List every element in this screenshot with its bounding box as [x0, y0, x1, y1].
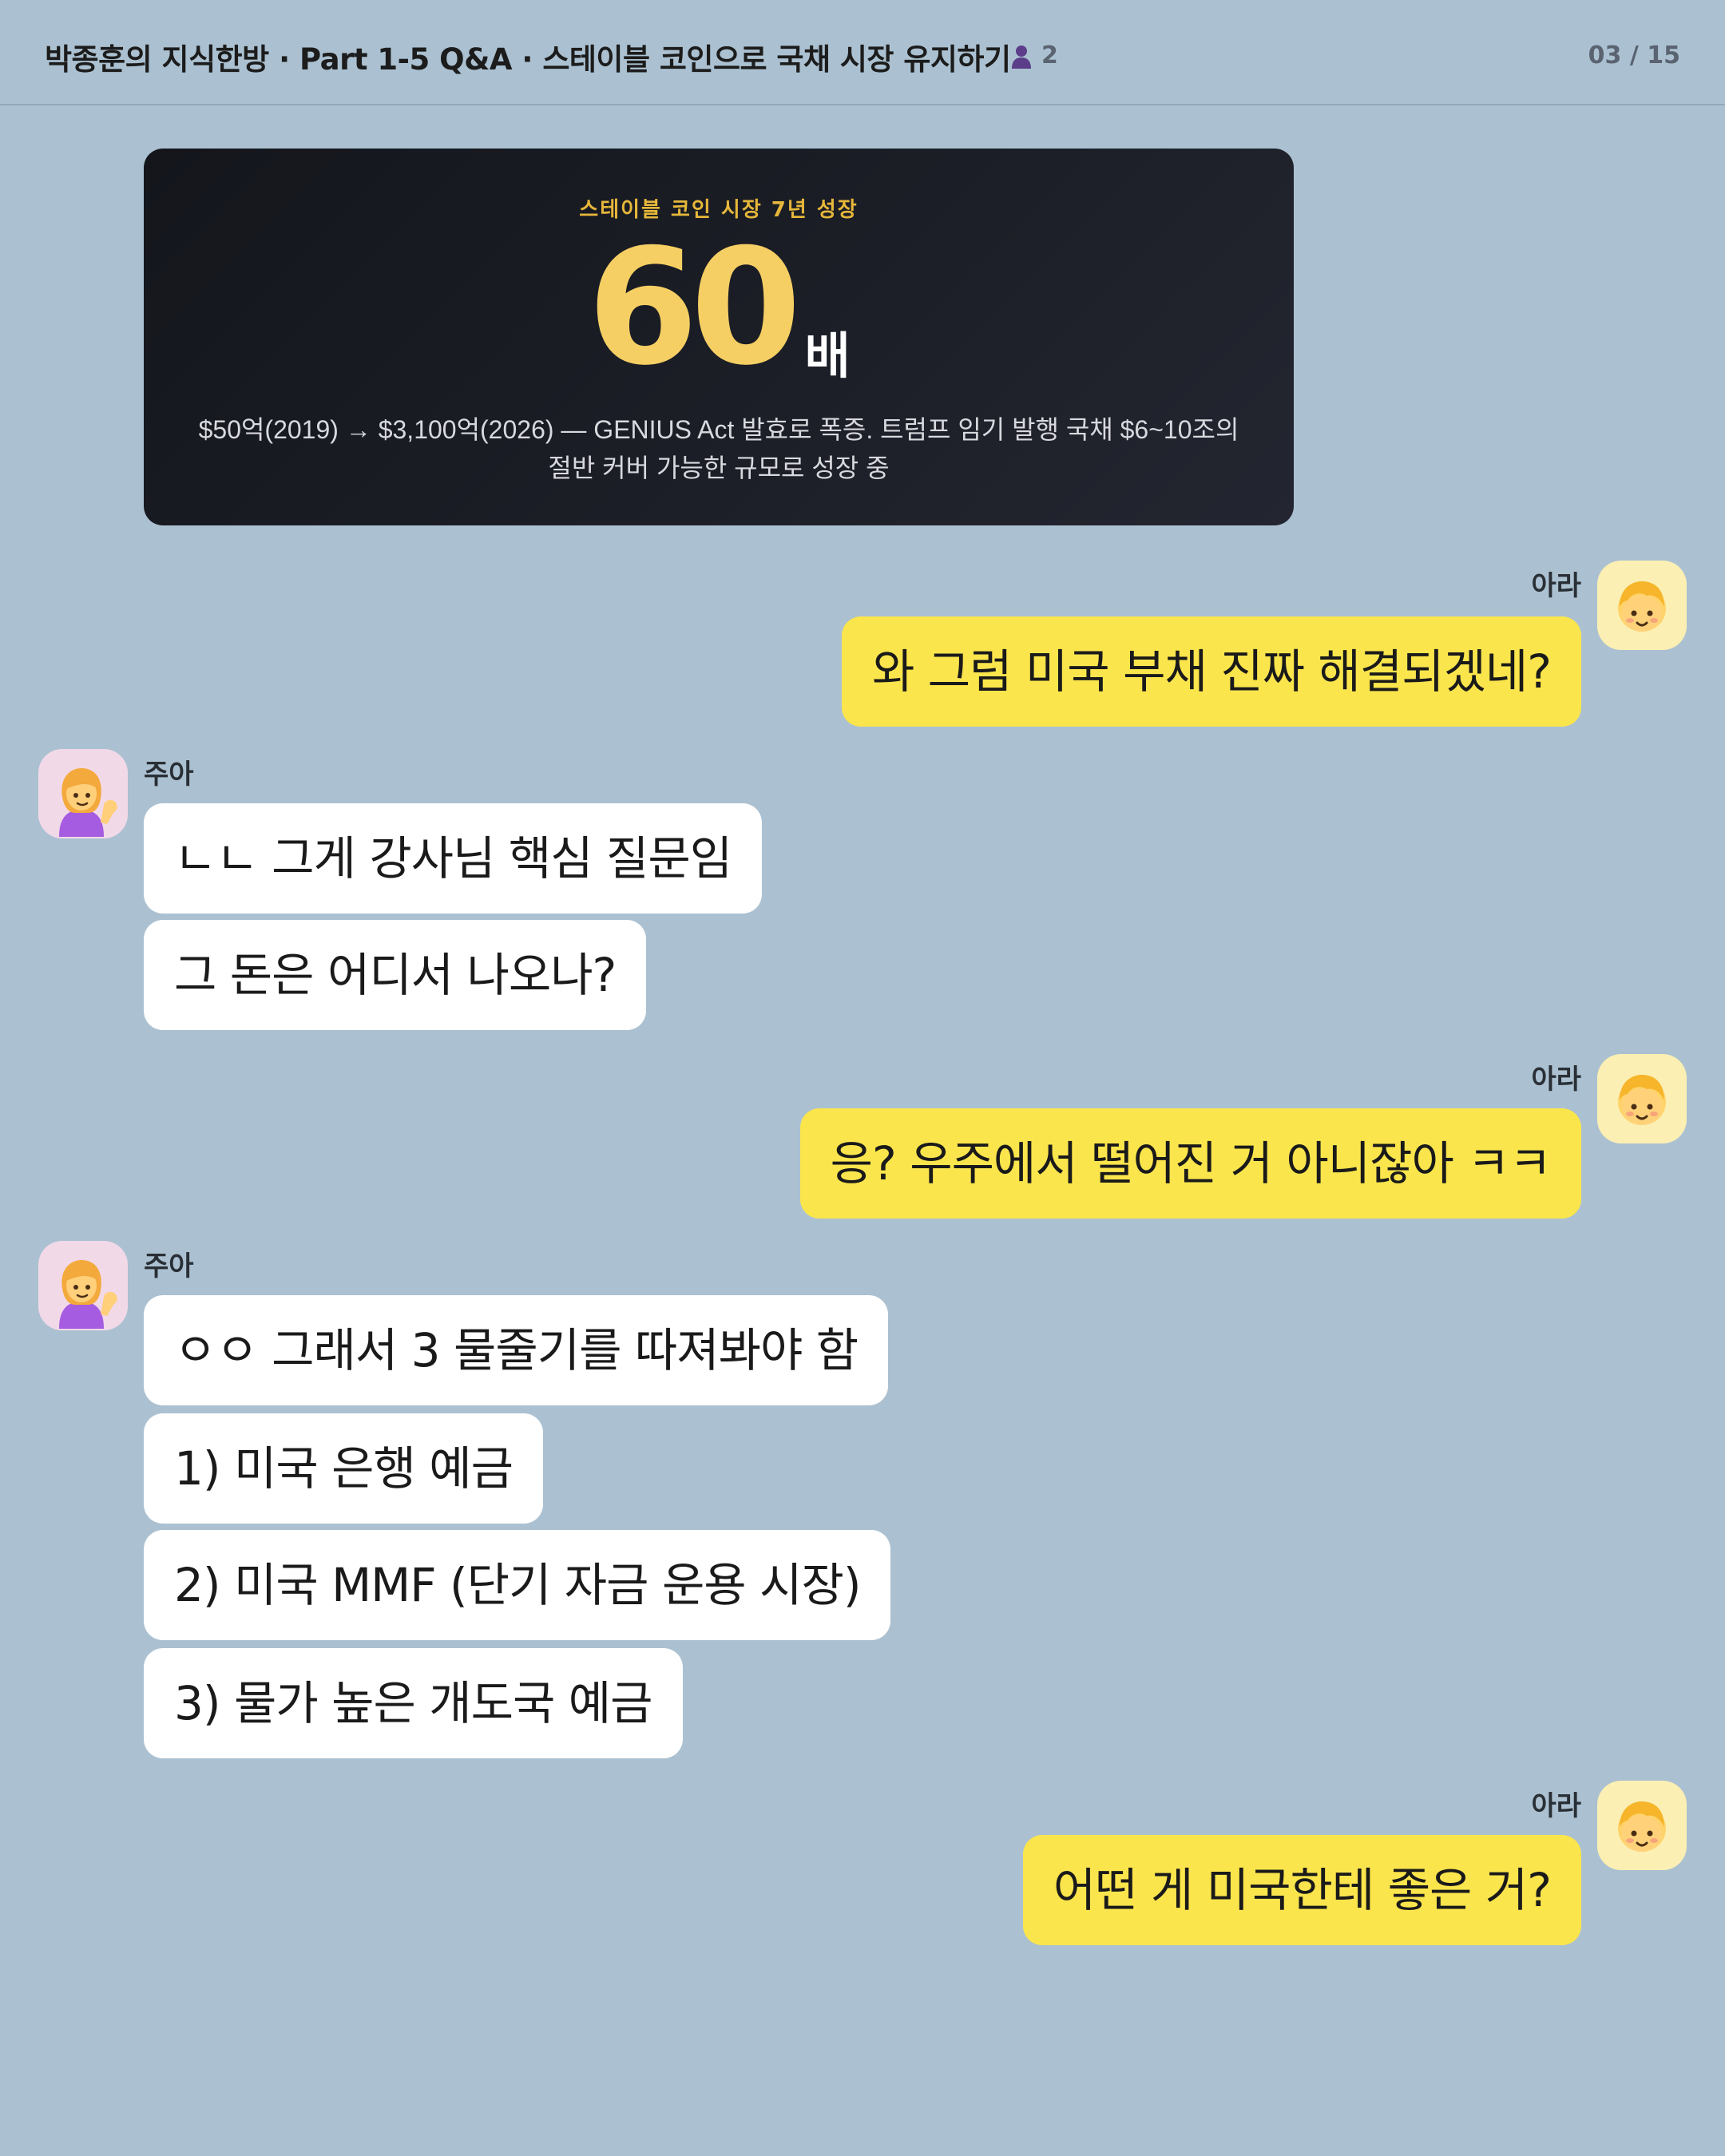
avatar-ara[interactable]: [1597, 1781, 1687, 1870]
chat-title: 박종훈의 지식한방 · Part 1-5 Q&A · 스테이블 코인으로 국채 …: [45, 42, 1011, 77]
stat-description: $50억(2019) → $3,100억(2026) — GENIUS Act …: [198, 415, 1239, 482]
message-bubble[interactable]: 어떤 게 미국한테 좋은 거?: [1022, 1835, 1581, 1945]
blonde-child-emoji-icon: [1618, 1075, 1666, 1125]
blonde-child-emoji-icon: [1618, 1801, 1666, 1852]
sender-name: 아라: [1531, 1064, 1581, 1096]
sender-name: 주아: [144, 1250, 194, 1282]
message-bubble[interactable]: 그 돈은 어디서 나오나?: [144, 920, 647, 1030]
stat-card: 스테이블 코인 시장 7년 성장 60 배 $50억(2019) → $3,100…: [144, 149, 1294, 525]
message-bubble[interactable]: 응? 우주에서 떨어진 거 아니잖아 ㅋㅋ: [799, 1108, 1581, 1219]
stat-number: 60: [587, 215, 801, 401]
tipping-hand-woman-emoji-icon: [59, 1260, 117, 1329]
message-bubble[interactable]: ㅇㅇ 그래서 3 물줄기를 따져봐야 함: [144, 1295, 889, 1405]
message-bubble[interactable]: ㄴㄴ 그게 강사님 핵심 질문임: [144, 803, 763, 914]
person-icon: [1012, 46, 1031, 69]
page-counter: 03 / 15: [1588, 42, 1680, 69]
stat-unit: 배: [804, 327, 851, 385]
message-bubble[interactable]: 1) 미국 은행 예금: [144, 1413, 543, 1524]
message-bubble[interactable]: 3) 물가 높은 개도국 예금: [144, 1648, 683, 1758]
sender-name: 아라: [1531, 570, 1581, 602]
message-bubble[interactable]: 2) 미국 MMF (단기 자금 운용 시장): [144, 1530, 891, 1640]
stat-figure: 60 배: [144, 228, 1294, 388]
message-bubble[interactable]: 와 그럼 미국 부채 진짜 해결되겠네?: [841, 616, 1581, 727]
tipping-hand-woman-emoji-icon: [59, 768, 117, 837]
blonde-child-emoji-icon: [1618, 581, 1666, 632]
sender-name: 주아: [144, 759, 194, 791]
avatar-jua[interactable]: [38, 749, 128, 838]
avatar-ara[interactable]: [1597, 1054, 1687, 1143]
sender-name: 아라: [1531, 1790, 1581, 1822]
avatar-jua[interactable]: [38, 1241, 128, 1330]
member-count: 2: [1041, 42, 1058, 69]
chat-header: 박종훈의 지식한방 · Part 1-5 Q&A · 스테이블 코인으로 국채 …: [0, 0, 1725, 105]
avatar-ara[interactable]: [1597, 561, 1687, 650]
